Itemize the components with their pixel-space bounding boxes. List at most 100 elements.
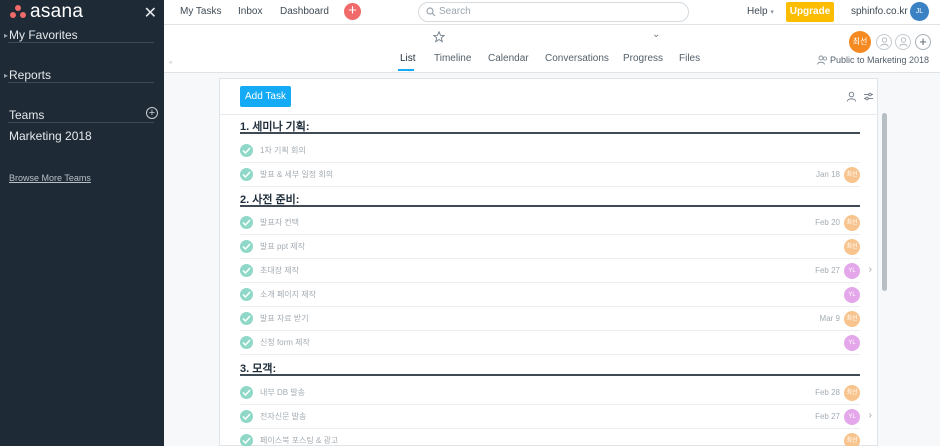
section-title[interactable]: 3. 모객: bbox=[240, 360, 276, 376]
upgrade-button[interactable]: Upgrade bbox=[786, 2, 834, 22]
due-date[interactable]: Feb 20 bbox=[815, 218, 840, 227]
tab-calendar[interactable]: Calendar bbox=[488, 53, 529, 64]
assignee-avatar[interactable]: YL bbox=[844, 409, 860, 425]
chevron-right-icon[interactable]: › bbox=[869, 410, 872, 421]
section-header[interactable]: 2. 사전 준비: bbox=[240, 189, 860, 207]
quick-add-button[interactable]: + bbox=[344, 3, 361, 20]
complete-checkbox[interactable] bbox=[240, 434, 253, 446]
chevron-down-icon: ▾ bbox=[770, 9, 774, 16]
complete-checkbox[interactable] bbox=[240, 264, 253, 277]
browse-more-teams-link[interactable]: Browse More Teams bbox=[9, 173, 91, 183]
complete-checkbox[interactable] bbox=[240, 312, 253, 325]
assignee-avatar[interactable]: YL bbox=[844, 335, 860, 351]
task-name[interactable]: 1차 기획 회의 bbox=[260, 145, 306, 156]
complete-checkbox[interactable] bbox=[240, 168, 253, 181]
complete-checkbox[interactable] bbox=[240, 144, 253, 157]
card-divider bbox=[220, 114, 877, 115]
sort-filter-icon[interactable] bbox=[863, 91, 874, 102]
task-row[interactable]: 발표 자료 받기 Mar 9 최선 bbox=[240, 307, 860, 331]
add-task-button[interactable]: Add Task bbox=[240, 86, 291, 107]
task-row[interactable]: 초대장 제작 Feb 27 YL › bbox=[240, 259, 872, 283]
task-name[interactable]: 발표자 컨택 bbox=[260, 217, 299, 228]
task-row[interactable]: 발표자 컨택 Feb 20 최선 bbox=[240, 211, 860, 235]
assignee-avatar[interactable]: 최선 bbox=[844, 239, 860, 255]
checkmark-icon bbox=[242, 243, 251, 250]
search-input[interactable]: Search bbox=[418, 2, 689, 22]
favorites-label: My Favorites bbox=[9, 28, 78, 42]
member-avatar[interactable]: 최선 bbox=[849, 31, 871, 53]
reports-label: Reports bbox=[9, 68, 52, 82]
task-name[interactable]: 전자신문 발송 bbox=[260, 411, 306, 422]
assignee-avatar[interactable]: 최선 bbox=[844, 167, 860, 183]
section-header[interactable]: 3. 모객: bbox=[240, 358, 860, 376]
sidebar-divider bbox=[8, 82, 154, 83]
workspace-domain[interactable]: sphinfo.co.kr bbox=[851, 6, 908, 17]
chevron-right-icon[interactable]: › bbox=[869, 264, 872, 275]
scrollbar-thumb[interactable] bbox=[882, 113, 887, 291]
assignee-avatar[interactable]: 최선 bbox=[844, 385, 860, 401]
project-actions-chevron-icon[interactable]: ⌄ bbox=[652, 29, 660, 40]
user-avatar[interactable]: JL bbox=[910, 2, 929, 21]
empty-member-icon[interactable] bbox=[895, 34, 911, 50]
tab-files[interactable]: Files bbox=[679, 53, 700, 64]
assignee-avatar[interactable]: 최선 bbox=[844, 215, 860, 231]
task-name[interactable]: 발표 & 세부 일정 회의 bbox=[260, 169, 333, 180]
help-menu[interactable]: Help ▾ bbox=[747, 6, 774, 17]
task-name[interactable]: 초대장 제작 bbox=[260, 265, 299, 276]
members-icon bbox=[817, 55, 828, 65]
task-row[interactable]: 발표 & 세부 일정 회의 Jan 18 최선 bbox=[240, 163, 860, 187]
task-name[interactable]: 내부 DB 발송 bbox=[260, 387, 305, 398]
empty-member-icon[interactable] bbox=[876, 34, 892, 50]
due-date[interactable]: Mar 9 bbox=[820, 314, 840, 323]
assignee-avatar[interactable]: 최선 bbox=[844, 311, 860, 327]
complete-checkbox[interactable] bbox=[240, 410, 253, 423]
task-row[interactable]: 전자신문 발송 Feb 27 YL › bbox=[240, 405, 872, 429]
top-bar: My Tasks Inbox Dashboard + Search Help ▾… bbox=[164, 0, 940, 25]
assignee-avatar[interactable]: 최선 bbox=[844, 433, 860, 446]
section-title[interactable]: 2. 사전 준비: bbox=[240, 191, 299, 207]
complete-checkbox[interactable] bbox=[240, 216, 253, 229]
assignee-filter-icon[interactable] bbox=[846, 91, 857, 102]
complete-checkbox[interactable] bbox=[240, 240, 253, 253]
complete-checkbox[interactable] bbox=[240, 336, 253, 349]
search-icon bbox=[426, 7, 436, 17]
due-date[interactable]: Feb 27 bbox=[815, 266, 840, 275]
task-name[interactable]: 페이스북 포스팅 & 광고 bbox=[260, 435, 338, 446]
assignee-avatar[interactable]: YL bbox=[844, 287, 860, 303]
privacy-setting[interactable]: Public to Marketing 2018 bbox=[817, 55, 929, 65]
add-team-icon[interactable]: + bbox=[146, 107, 158, 119]
star-icon[interactable] bbox=[433, 31, 445, 43]
tab-conversations[interactable]: Conversations bbox=[545, 53, 609, 64]
nav-dashboard[interactable]: Dashboard bbox=[280, 6, 329, 17]
collapse-handle-icon[interactable]: « bbox=[169, 60, 172, 66]
checkmark-icon bbox=[242, 339, 251, 346]
nav-my-tasks[interactable]: My Tasks bbox=[180, 6, 222, 17]
task-name[interactable]: 소개 페이지 제작 bbox=[260, 289, 316, 300]
add-member-button[interactable]: + bbox=[915, 34, 931, 50]
complete-checkbox[interactable] bbox=[240, 386, 253, 399]
due-date[interactable]: Feb 27 bbox=[815, 412, 840, 421]
due-date[interactable]: Feb 28 bbox=[815, 388, 840, 397]
due-date[interactable]: Jan 18 bbox=[816, 170, 840, 179]
tab-list[interactable]: List bbox=[400, 53, 416, 64]
nav-inbox[interactable]: Inbox bbox=[238, 6, 262, 17]
complete-checkbox[interactable] bbox=[240, 288, 253, 301]
task-name[interactable]: 발표 자료 받기 bbox=[260, 313, 309, 324]
task-row[interactable]: 내부 DB 발송 Feb 28 최선 bbox=[240, 381, 860, 405]
active-tab-indicator bbox=[398, 69, 414, 71]
tab-timeline[interactable]: Timeline bbox=[434, 53, 471, 64]
task-row[interactable]: 신청 form 제작 YL bbox=[240, 331, 860, 355]
task-row[interactable]: 발표 ppt 제작 최선 bbox=[240, 235, 860, 259]
asana-logo[interactable]: asana bbox=[10, 1, 83, 22]
task-name[interactable]: 신청 form 제작 bbox=[260, 337, 310, 348]
close-sidebar-icon[interactable]: ✕ bbox=[144, 3, 157, 23]
task-row[interactable]: 소개 페이지 제작 YL bbox=[240, 283, 860, 307]
assignee-avatar[interactable]: YL bbox=[844, 263, 860, 279]
tab-progress[interactable]: Progress bbox=[623, 53, 663, 64]
checkmark-icon bbox=[242, 437, 251, 444]
task-row[interactable]: 1차 기획 회의 bbox=[240, 139, 860, 163]
section-header[interactable]: 1. 세미나 기획: bbox=[240, 116, 860, 134]
task-name[interactable]: 발표 ppt 제작 bbox=[260, 241, 305, 252]
task-row[interactable]: 페이스북 포스팅 & 광고 최선 bbox=[240, 429, 860, 446]
section-title[interactable]: 1. 세미나 기획: bbox=[240, 118, 310, 134]
